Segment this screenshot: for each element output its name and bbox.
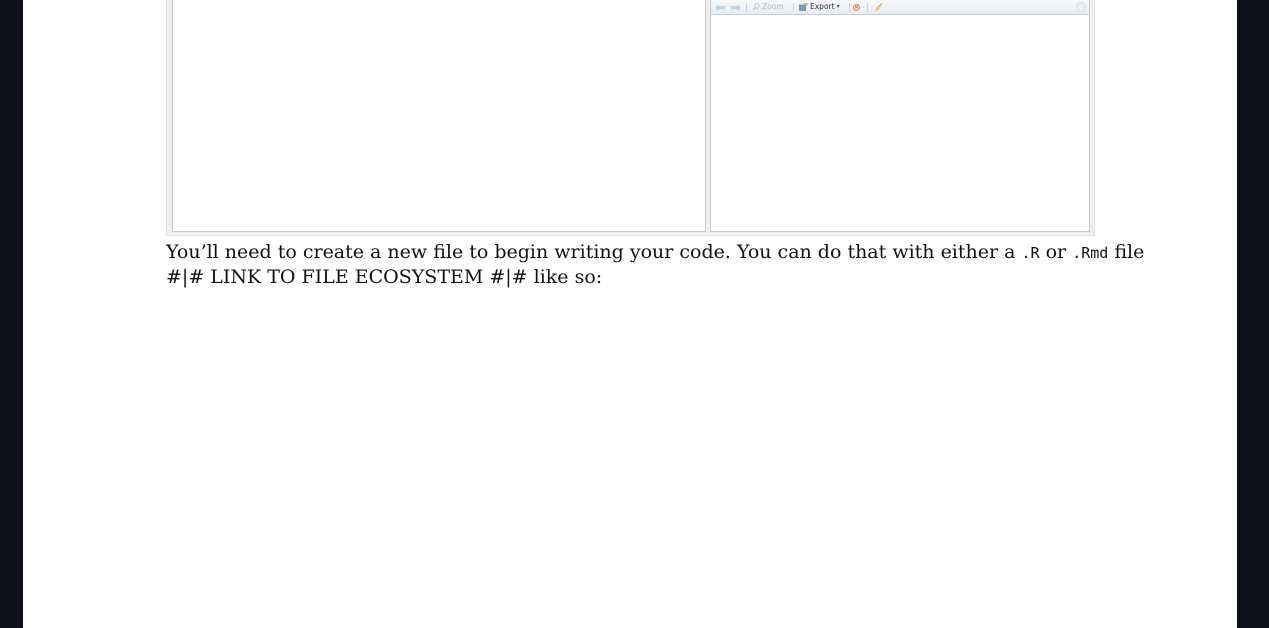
chevron-down-icon: ▾	[836, 3, 840, 10]
paragraph-text-1: You’ll need to create a new file to begi…	[166, 241, 1016, 263]
rstudio-screenshot-figure: Zoom Export ▾	[166, 0, 1095, 236]
clear-plots-button	[874, 1, 883, 13]
document-page: Zoom Export ▾ You’ll need to create a ne…	[23, 0, 1237, 628]
export-button: Export ▾	[799, 1, 840, 13]
code-r-extension: .R	[1021, 244, 1040, 262]
paragraph-line-2: #|# LINK TO FILE ECOSYSTEM #|# like so:	[166, 266, 603, 288]
export-label: Export	[810, 2, 835, 11]
back-arrow-icon	[715, 1, 725, 13]
or-word: or	[1045, 241, 1067, 263]
console-pane	[172, 0, 706, 232]
export-icon	[799, 3, 808, 11]
zoom-label: Zoom	[762, 2, 784, 11]
plots-toolbar: Zoom Export ▾	[711, 0, 1089, 15]
remove-icon	[853, 3, 860, 11]
body-paragraph: You’ll need to create a new file to begi…	[166, 240, 1144, 289]
forward-arrow-icon	[731, 1, 741, 13]
remove-plot-button	[853, 1, 860, 13]
plots-pane: Zoom Export ▾	[710, 0, 1090, 232]
refresh-icon	[1076, 2, 1086, 12]
magnifier-icon	[752, 3, 760, 11]
paragraph-line-1: You’ll need to create a new file to begi…	[166, 240, 1144, 265]
file-word: file	[1114, 241, 1145, 263]
zoom-button: Zoom	[752, 1, 784, 13]
code-rmd-extension: .Rmd	[1072, 244, 1109, 262]
broom-icon	[875, 2, 883, 11]
